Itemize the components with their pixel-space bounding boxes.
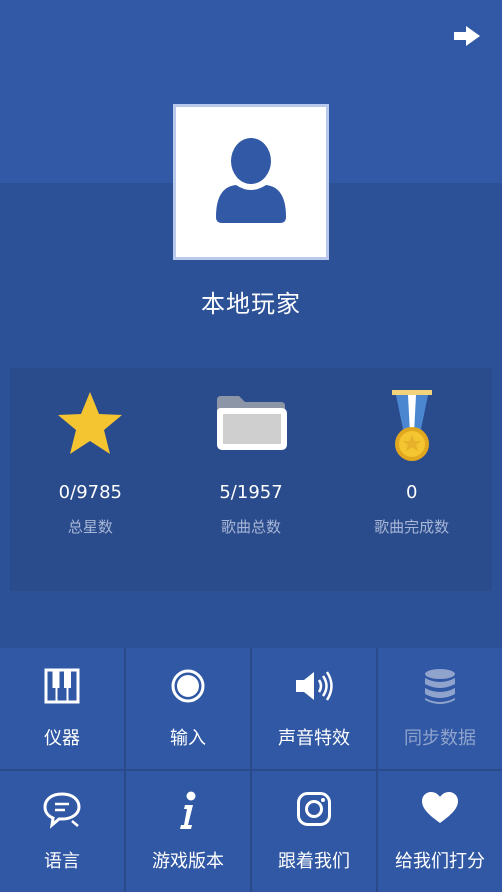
menu-instrument-button[interactable]: 仪器 [0,648,124,769]
star-icon [58,392,123,454]
menu-label: 声音特效 [278,728,350,749]
chat-icon [43,792,81,829]
medal-icon [391,390,432,461]
info-icon [180,791,196,829]
stat-songs-completed: 0 歌曲完成数 [331,368,492,591]
menu-sync-data-button[interactable]: 同步数据 [378,648,502,769]
menu-label: 语言 [44,851,80,872]
menu-language-button[interactable]: 语言 [0,771,124,892]
menu-input-button[interactable]: 输入 [126,648,250,769]
stat-total-stars: 0/9785 总星数 [10,368,171,591]
stat-label: 歌曲总数 [221,518,282,536]
piano-icon [44,668,80,704]
logout-icon[interactable] [452,24,482,48]
stat-value: 5/1957 [219,482,283,503]
avatar[interactable] [173,104,329,260]
user-silhouette-icon [216,138,286,223]
stat-label: 歌曲完成数 [374,518,450,536]
menu-rate-us-button[interactable]: 给我们打分 [378,771,502,892]
speaker-icon [296,671,333,701]
menu-label: 仪器 [44,728,80,749]
record-icon [171,669,205,703]
heart-icon [422,792,458,823]
menu-game-version-button[interactable]: 游戏版本 [126,771,250,892]
folder-icon [217,396,287,450]
database-icon [425,669,455,704]
stats-panel: 0/9785 总星数 5/1957 歌曲总数 0 歌曲完成数 [10,368,492,591]
stat-value: 0/9785 [58,482,122,503]
menu-label: 跟着我们 [278,851,350,872]
menu-follow-us-button[interactable]: 跟着我们 [252,771,376,892]
menu-label: 游戏版本 [152,851,224,872]
settings-menu: 仪器 输入 声音特效 同步数据 语言 游戏版本 跟着我们 给我们打分 [0,648,502,892]
menu-label: 给我们打分 [395,851,485,872]
stat-value: 0 [405,482,418,503]
menu-label: 输入 [170,728,206,749]
stat-label: 总星数 [67,518,113,536]
player-name: 本地玩家 [201,290,301,318]
menu-sound-effects-button[interactable]: 声音特效 [252,648,376,769]
menu-label: 同步数据 [404,728,476,749]
instagram-icon [297,792,331,826]
stat-total-songs: 5/1957 歌曲总数 [171,368,332,591]
